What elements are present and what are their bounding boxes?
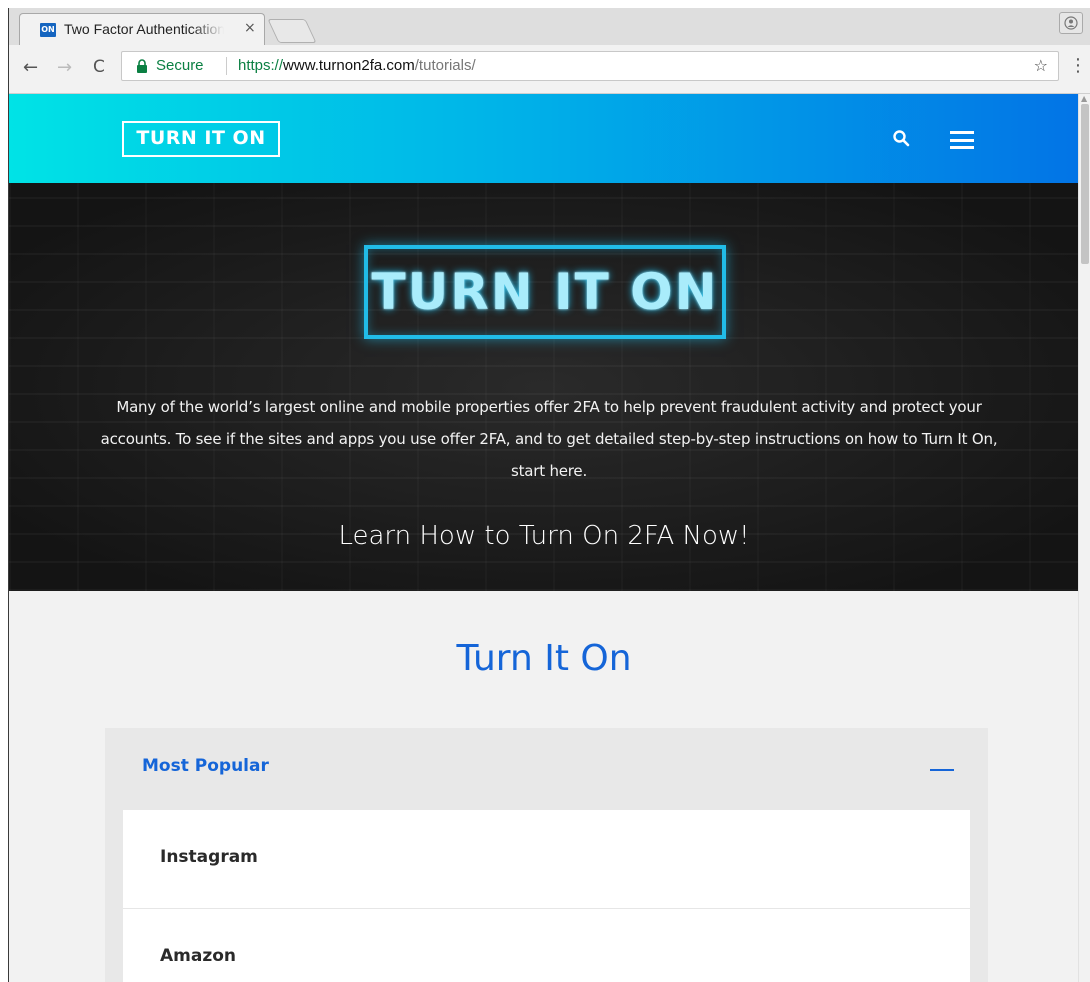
- scroll-up-icon[interactable]: ▲: [1081, 94, 1087, 103]
- accordion-most-popular: Most Popular Instagram Amazon: [105, 728, 988, 982]
- url-text: https://www.turnon2fa.com/tutorials/: [238, 57, 476, 74]
- page-viewport: TURN IT ON TURN IT ON Many of the world’…: [9, 94, 1090, 982]
- new-tab-button[interactable]: [267, 19, 317, 43]
- secure-label: Secure: [156, 57, 204, 74]
- back-arrow-icon[interactable]: ←: [23, 57, 38, 78]
- tab-close-icon[interactable]: ×: [244, 20, 256, 36]
- omnibox-divider: [226, 57, 227, 75]
- browser-menu-icon[interactable]: ⋮: [1069, 55, 1087, 76]
- url-host: www.turnon2fa.com: [283, 57, 415, 74]
- address-bar[interactable]: Secure https://www.turnon2fa.com/tutoria…: [121, 51, 1059, 81]
- lock-icon: [137, 59, 147, 73]
- list-item-label: Instagram: [160, 847, 258, 867]
- page-scrollbar[interactable]: ▲: [1078, 94, 1090, 982]
- accordion-list: Instagram Amazon: [123, 810, 970, 982]
- accordion-title: Most Popular: [142, 756, 269, 776]
- browser-window: ON Two Factor Authentication × ← → C Sec…: [8, 8, 1090, 982]
- list-item-label: Amazon: [160, 946, 237, 966]
- page-title: Turn It On: [456, 638, 632, 679]
- hero-cta-link[interactable]: Learn How to Turn On 2FA Now!: [9, 521, 1079, 551]
- site-header: TURN IT ON: [9, 94, 1079, 183]
- search-icon[interactable]: [892, 129, 910, 147]
- forward-arrow-icon[interactable]: →: [57, 57, 72, 78]
- url-path: /tutorials/: [414, 57, 476, 74]
- bookmark-star-icon[interactable]: ☆: [1034, 56, 1048, 75]
- browser-toolbar: ← → C Secure https://www.turnon2fa.com/t…: [9, 45, 1090, 94]
- site-logo[interactable]: TURN IT ON: [122, 121, 280, 157]
- tab-strip: ON Two Factor Authentication ×: [9, 8, 1090, 45]
- list-item-instagram[interactable]: Instagram: [123, 810, 970, 909]
- list-item-amazon[interactable]: Amazon: [123, 909, 970, 982]
- scroll-thumb[interactable]: [1081, 104, 1089, 264]
- hero-neon-logo: TURN IT ON: [364, 245, 726, 339]
- reload-icon[interactable]: C: [93, 57, 105, 77]
- accordion-header[interactable]: Most Popular: [105, 728, 988, 810]
- hamburger-menu-icon[interactable]: [950, 131, 974, 149]
- hero-description: Many of the world’s largest online and m…: [100, 398, 998, 480]
- hero-logo-text: TURN IT ON: [371, 263, 719, 321]
- hero-banner: TURN IT ON Many of the world’s largest o…: [9, 183, 1079, 591]
- url-scheme: https://: [238, 57, 284, 74]
- tab-title: Two Factor Authentication: [64, 21, 224, 37]
- profile-icon[interactable]: [1059, 12, 1083, 34]
- browser-tab[interactable]: ON Two Factor Authentication ×: [19, 13, 265, 45]
- collapse-icon[interactable]: [930, 769, 954, 771]
- site-favicon-icon: ON: [40, 23, 56, 37]
